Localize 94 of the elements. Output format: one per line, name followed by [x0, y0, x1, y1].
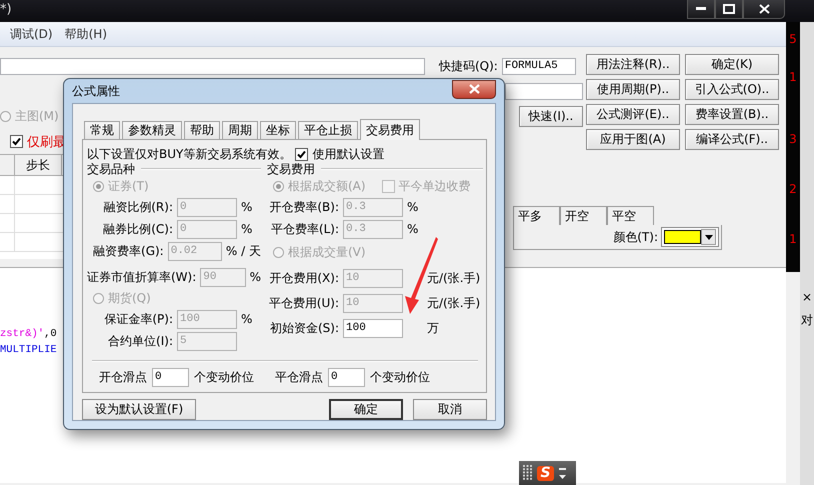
field-label: 颜色(T): — [613, 228, 658, 246]
tab[interactable]: 参数精灵 — [122, 121, 182, 139]
tab[interactable]: 平仓止损 — [298, 121, 358, 139]
field-label: 快捷码(Q): — [439, 58, 498, 75]
group-title: 交易品种 — [87, 160, 135, 178]
quick-button[interactable]: 快速(I).. — [519, 106, 583, 127]
close-icon — [468, 84, 480, 94]
checkbox-label: 使用默认设置 — [312, 146, 384, 162]
maximize-button[interactable] — [715, 0, 743, 19]
axis-number: 2 — [789, 182, 797, 196]
field-label: 开仓滑点 — [99, 368, 147, 386]
unit-label: % — [241, 312, 252, 326]
radio-label: 根据成交额(A) — [288, 178, 366, 194]
field-label: 平仓滑点 — [275, 368, 323, 386]
window-title: *) — [0, 1, 12, 17]
close-button[interactable] — [743, 0, 785, 19]
unit-label: 个变动价位 — [194, 368, 254, 386]
menu-item[interactable]: 调试(D) — [10, 26, 53, 42]
unit-label: 万 — [427, 320, 439, 336]
axis-number: 5 — [789, 32, 797, 46]
code-line: zstr&)',0 — [0, 328, 57, 342]
color-dropdown[interactable] — [661, 227, 719, 247]
tab[interactable]: 常规 — [84, 121, 120, 139]
input-field[interactable]: 100 — [343, 318, 403, 338]
minimize-button[interactable] — [687, 0, 715, 19]
action-button[interactable]: 公式测评(E).. — [586, 104, 680, 125]
action-button[interactable]: 引入公式(O).. — [685, 79, 779, 100]
close-icon — [758, 4, 770, 14]
unit-label: 元/(张.手) — [427, 270, 480, 286]
radio-label: 证券(T) — [108, 178, 149, 194]
dialog-title: 公式属性 — [72, 82, 120, 100]
tab[interactable]: 坐标 — [260, 121, 296, 139]
action-button[interactable]: 编译公式(F).. — [685, 129, 779, 150]
action-button[interactable]: 用法注释(R).. — [586, 54, 680, 75]
radio-label: 根据成交量(V) — [288, 244, 366, 260]
panel-text: 对 — [801, 312, 813, 329]
unit-label: % — [407, 200, 418, 214]
code-line: MULTIPLIE — [0, 344, 57, 358]
column-header: 步长 — [14, 155, 62, 175]
action-button[interactable]: 费率设置(B).. — [685, 104, 779, 125]
unit-label: % — [407, 222, 418, 236]
action-button[interactable]: 应用于图(A) — [586, 129, 680, 150]
input-field[interactable]: FORMULA5 — [502, 58, 576, 75]
tab[interactable]: 帮助 — [184, 121, 220, 139]
field-label: 开仓费用(X): — [268, 270, 339, 286]
ime-logo[interactable]: S — [537, 466, 554, 480]
unit-label: 元/(张.手) — [427, 294, 480, 312]
tab[interactable]: 平多 — [513, 206, 560, 225]
caret-icon — [704, 234, 713, 240]
dialog-button[interactable]: 设为默认设置(F) — [82, 399, 196, 420]
field-label: 证券市值折算率(W): — [87, 268, 196, 286]
axis-number: 1 — [789, 232, 797, 246]
input-field[interactable]: 0 — [328, 368, 365, 386]
input-field[interactable] — [0, 58, 425, 75]
field-label: 初始资金(S): — [268, 320, 339, 336]
maximize-icon — [723, 4, 735, 14]
group-title: 交易费用 — [267, 160, 315, 178]
panel-text: × — [802, 290, 812, 304]
checkbox[interactable] — [10, 135, 23, 148]
minimize-icon — [696, 7, 706, 11]
dialog-button[interactable]: 取消 — [413, 399, 487, 420]
unit-label: % — [250, 270, 261, 284]
field-label: 平仓费用(U): — [268, 294, 339, 312]
input-field[interactable]: 0 — [152, 368, 189, 386]
field-label: 融券比例(C): — [102, 220, 173, 238]
unit-label: % — [241, 222, 252, 236]
notice-text: 以下设置仅对BUY等新交易系统有效。 — [87, 146, 292, 162]
grip-icon — [523, 465, 533, 481]
radio-label: 主图(M) — [15, 108, 59, 125]
unit-label: 个变动价位 — [370, 368, 430, 386]
checkbox-label: 平今单边收费 — [398, 178, 471, 194]
action-button[interactable]: 确定(K) — [685, 54, 779, 75]
tab[interactable]: 平空 — [607, 206, 654, 225]
field-label: 平仓费率(L): — [270, 220, 339, 238]
menu-icon[interactable] — [558, 466, 568, 480]
unit-label: % / 天 — [226, 242, 261, 260]
action-button[interactable]: 使用周期(P).. — [586, 79, 680, 100]
close-button[interactable] — [452, 80, 496, 98]
tab[interactable]: 开空 — [560, 206, 607, 225]
menu-item[interactable]: 帮助(H) — [64, 26, 107, 42]
dialog-button[interactable]: 确定 — [329, 399, 403, 420]
input-field[interactable] — [505, 83, 583, 100]
radio-label: 期货(Q) — [108, 290, 151, 306]
axis-number: 3 — [789, 132, 797, 146]
axis-number: 1 — [789, 70, 797, 84]
field-label: 开仓费率(B): — [268, 198, 339, 216]
field-label: 保证金率(P): — [103, 310, 173, 328]
field-label: 合约单位(I): — [107, 332, 173, 350]
unit-label: % — [241, 200, 252, 214]
field-label: 融资比例(R): — [102, 198, 173, 216]
field-label: 融资费率(G): — [92, 242, 164, 260]
checkbox[interactable] — [295, 148, 308, 160]
tab[interactable]: 周期 — [222, 121, 258, 139]
tab[interactable]: 交易费用 — [360, 119, 420, 140]
